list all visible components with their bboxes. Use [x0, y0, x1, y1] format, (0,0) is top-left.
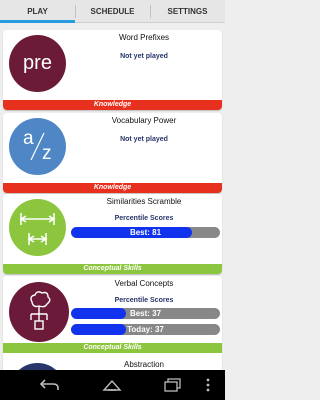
percentile-scores-heading: Percentile Scores: [114, 297, 174, 304]
game-card-similarities-scramble[interactable]: Similarities Scramble Percentile Scores …: [3, 194, 222, 274]
overflow-menu-icon[interactable]: [203, 376, 213, 394]
a-slash-z-icon: a z: [9, 118, 66, 175]
game-title: Verbal Concepts: [114, 279, 174, 288]
tab-settings[interactable]: SETTINGS: [150, 0, 225, 22]
tab-play[interactable]: PLAY: [0, 0, 75, 23]
icon-text-pre: pre: [23, 52, 52, 74]
game-list[interactable]: pre Word Prefixes Not yet played Knowled…: [0, 24, 225, 370]
game-title: Vocabulary Power: [111, 116, 177, 125]
category-label: Conceptual Skills: [3, 343, 222, 353]
today-score-label: Today: 37: [127, 325, 164, 334]
play-status: Not yet played: [120, 136, 168, 143]
home-icon[interactable]: [100, 376, 124, 394]
game-card-vocabulary-power[interactable]: a z Vocabulary Power Not yet played Know…: [3, 113, 222, 193]
game-card-abstraction[interactable]: Abstraction: [3, 357, 222, 370]
game-title: Word Prefixes: [118, 33, 170, 42]
category-label: Conceptual Skills: [3, 264, 222, 274]
game-card-verbal-concepts[interactable]: Verbal Concepts Percentile Scores Best: …: [3, 276, 222, 365]
concept-tree-icon: [9, 282, 69, 342]
category-label: Knowledge: [3, 100, 222, 110]
tab-schedule[interactable]: SCHEDULE: [75, 0, 150, 22]
pre-text-icon: pre: [9, 35, 66, 92]
game-card-word-prefixes[interactable]: pre Word Prefixes Not yet played Knowled…: [3, 30, 222, 110]
tab-bar: PLAY SCHEDULE SETTINGS: [0, 0, 225, 23]
play-status: Not yet played: [120, 53, 168, 60]
best-score-label: Best: 81: [129, 228, 162, 237]
best-score-bar: Best: 37: [71, 308, 220, 319]
game-title: Abstraction: [123, 360, 165, 369]
game-title: Similarities Scramble: [106, 197, 182, 206]
percentile-scores-heading: Percentile Scores: [114, 215, 174, 222]
abstraction-icon: [9, 363, 66, 370]
recents-icon[interactable]: [160, 376, 184, 394]
best-score-bar: Best: 81: [71, 227, 220, 238]
category-label: Knowledge: [3, 183, 222, 193]
icon-letter-a: a: [23, 128, 34, 149]
system-nav-bar: [0, 370, 225, 400]
best-score-label: Best: 37: [129, 309, 162, 318]
today-score-bar: Today: 37: [71, 324, 220, 335]
back-icon[interactable]: [38, 376, 62, 394]
icon-letter-z: z: [42, 143, 52, 164]
measure-arrows-icon: [9, 199, 66, 256]
